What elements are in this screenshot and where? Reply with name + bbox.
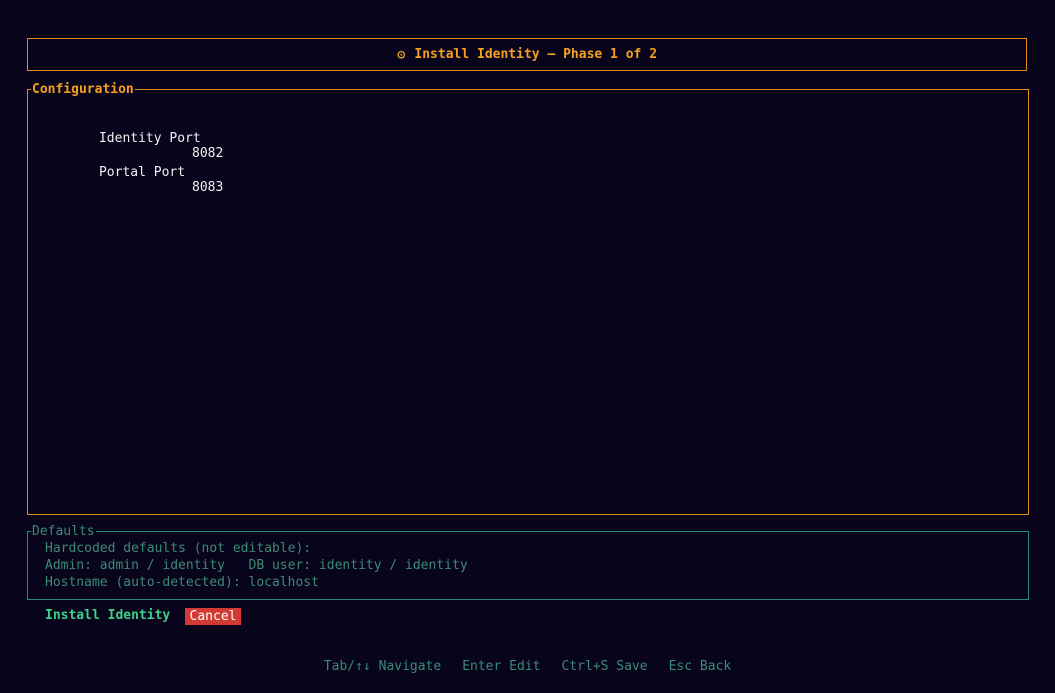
install-identity-button[interactable]: Install Identity <box>45 607 170 624</box>
defaults-legend: Defaults <box>31 524 96 539</box>
portal-port-label: Portal Port <box>98 165 186 180</box>
portal-port-field[interactable]: Portal Port 8083 <box>52 150 223 210</box>
gear-icon: ⚙ <box>396 46 406 63</box>
hint-edit: Enter Edit <box>462 659 541 674</box>
keyboard-hints: Tab/↑↓ Navigate Enter Edit Ctrl+S Save E… <box>0 659 1055 674</box>
portal-port-value[interactable]: 8083 <box>192 180 223 195</box>
configuration-legend: Configuration <box>31 82 135 97</box>
identity-port-label: Identity Port <box>98 131 201 146</box>
hint-back: Esc Back <box>668 659 732 674</box>
defaults-hostname: Hostname (auto-detected): localhost <box>45 575 319 590</box>
page-title: Install Identity — Phase 1 of 2 <box>414 47 658 62</box>
defaults-panel: Defaults Hardcoded defaults (not editabl… <box>27 524 1029 600</box>
hint-navigate: Tab/↑↓ Navigate <box>323 659 442 674</box>
identity-port-value[interactable]: 8082 <box>192 146 223 161</box>
defaults-credentials: Admin: admin / identity DB user: identit… <box>45 558 468 573</box>
configuration-panel: Configuration Identity Port 8082 Portal … <box>27 82 1029 515</box>
cancel-button[interactable]: Cancel <box>185 608 241 625</box>
defaults-note: Hardcoded defaults (not editable): <box>45 541 312 556</box>
hint-save: Ctrl+S Save <box>561 659 648 674</box>
page-header: ⚙ Install Identity — Phase 1 of 2 <box>27 38 1027 71</box>
install-identity-screen: ⚙ Install Identity — Phase 1 of 2 Config… <box>0 0 1055 693</box>
